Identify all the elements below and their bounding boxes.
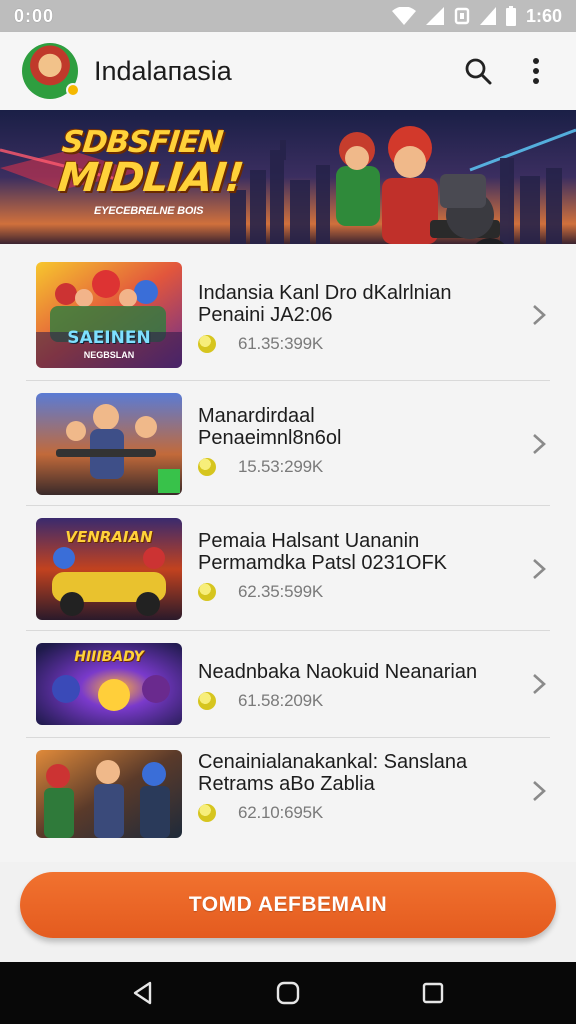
game-title-line-1: Indansia Kanl Dro dKalrlnian [198, 282, 452, 304]
thumbnail-caption: HIIIBADY [74, 649, 144, 665]
thumbnail-caption: SAEINEN [67, 328, 151, 348]
game-meta: 61.35:399K [198, 334, 510, 354]
game-meta: 62.35:599K [198, 582, 510, 602]
game-title-line-2: Retrams aBo Zablia [198, 773, 375, 795]
game-title-line-2: Penaeimnl8n6ol [198, 427, 342, 449]
game-info: Cenainialanakankal: Sanslana Retrams aBo… [198, 751, 510, 823]
banner-headline-line-1: SDBSFIEN [60, 125, 225, 160]
thumbnail-subcaption: NEGBSLAN [83, 350, 135, 360]
search-icon [465, 58, 492, 85]
battery-icon [505, 6, 516, 26]
app-bar: Indalaпasia [0, 32, 576, 110]
game-info: Pemaia Halsant Uananin Permamdka Patsl 0… [198, 530, 510, 602]
game-title-line-2: Permamdka Patsl 0231OFK [198, 552, 447, 574]
back-triangle-icon [133, 981, 151, 1005]
home-circle-icon [276, 981, 300, 1005]
game-thumbnail: HIIIBADY [36, 643, 182, 725]
chevron-right-icon [533, 674, 546, 694]
signal-icon [425, 7, 444, 25]
banner-subtitle: EYECEBRELNE BOIS [94, 205, 204, 217]
game-meta: 62.10:695K [198, 803, 510, 823]
more-options-button[interactable] [514, 49, 558, 93]
game-size: 62.10:695K [238, 803, 323, 822]
banner-headline: SDBSFIEN MIDLIAI! [56, 125, 246, 201]
app-logo [22, 43, 80, 99]
game-title-line-1: Manardirdaal [198, 405, 315, 427]
game-list: SAEINEN NEGBSLAN Indansia Kanl Dro dKalr… [0, 244, 576, 862]
promo-banner[interactable]: SDBSFIEN MIDLIAI! EYECEBRELNE BOIS [0, 110, 576, 244]
nav-back-button[interactable] [113, 968, 173, 1018]
game-title-line-1: Pemaia Halsant Uananin [198, 530, 420, 552]
more-vert-icon [533, 58, 539, 84]
banner-headline-line-2: MIDLIAI! [56, 155, 246, 201]
game-thumbnail: VENRAIAN [36, 518, 182, 620]
coin-icon [198, 458, 216, 476]
coin-icon [198, 804, 216, 822]
recents-square-icon [423, 982, 444, 1004]
chevron-right-icon [533, 434, 546, 454]
game-thumbnail [36, 750, 182, 838]
game-list-item[interactable]: Manardirdaal Penaeimnl8n6ol 15.53:299K [26, 381, 550, 506]
game-size: 61.35:399K [238, 334, 323, 353]
chevron-right-icon [533, 559, 546, 579]
game-size: 15.53:299K [238, 457, 323, 476]
game-list-item[interactable]: VENRAIAN Pemaia Halsant Uananin Permamdk… [26, 506, 550, 631]
nav-home-button[interactable] [258, 968, 318, 1018]
game-title-line-2: Penaini JA2:06 [198, 304, 333, 326]
game-title-line-1: Cenainialanakankal: Sanslana [198, 751, 468, 773]
status-time-right: 1:60 [525, 5, 562, 26]
status-bar: 0:00 1:60 [0, 0, 576, 32]
game-thumbnail: SAEINEN NEGBSLAN [36, 262, 182, 368]
chevron-right-icon [533, 305, 546, 325]
game-list-item[interactable]: SAEINEN NEGBSLAN Indansia Kanl Dro dKalr… [26, 244, 550, 381]
search-button[interactable] [456, 49, 500, 93]
game-meta: 15.53:299K [198, 457, 510, 477]
coin-icon [198, 692, 216, 710]
game-size: 61.58:209K [238, 691, 323, 710]
wifi-icon [391, 7, 416, 25]
game-info: Neadnbaka Naokuid Neanarian 61.58:209K [198, 661, 510, 711]
game-list-item[interactable]: Cenainialanakankal: Sanslana Retrams aBo… [26, 738, 550, 862]
app-title: Indalaпasia [94, 55, 232, 86]
status-icons: 1:60 [391, 5, 562, 27]
coin-icon [198, 335, 216, 353]
chevron-right-icon [533, 781, 546, 801]
game-size: 62.35:599K [238, 582, 323, 601]
notification-icon [454, 7, 470, 25]
primary-action-button[interactable]: TOMD AEFBEMAIN [20, 872, 556, 938]
game-thumbnail [36, 393, 182, 495]
signal-icon-2 [479, 7, 496, 25]
game-title-line-1: Neadnbaka Naokuid Neanarian [198, 661, 478, 683]
game-info: Indansia Kanl Dro dKalrlnian Penaini JA2… [198, 282, 510, 354]
system-navigation-bar [0, 962, 576, 1024]
game-meta: 61.58:209K [198, 691, 510, 711]
coin-icon [198, 583, 216, 601]
game-list-item[interactable]: HIIIBADY Neadnbaka Naokuid Neanarian 61.… [26, 631, 550, 738]
game-info: Manardirdaal Penaeimnl8n6ol 15.53:299K [198, 405, 510, 477]
thumbnail-caption: VENRAIAN [65, 528, 153, 546]
status-time-left: 0:00 [14, 5, 55, 26]
cta-area: TOMD AEFBEMAIN [0, 862, 576, 962]
logo-badge-dot [66, 83, 80, 97]
nav-recents-button[interactable] [403, 968, 463, 1018]
